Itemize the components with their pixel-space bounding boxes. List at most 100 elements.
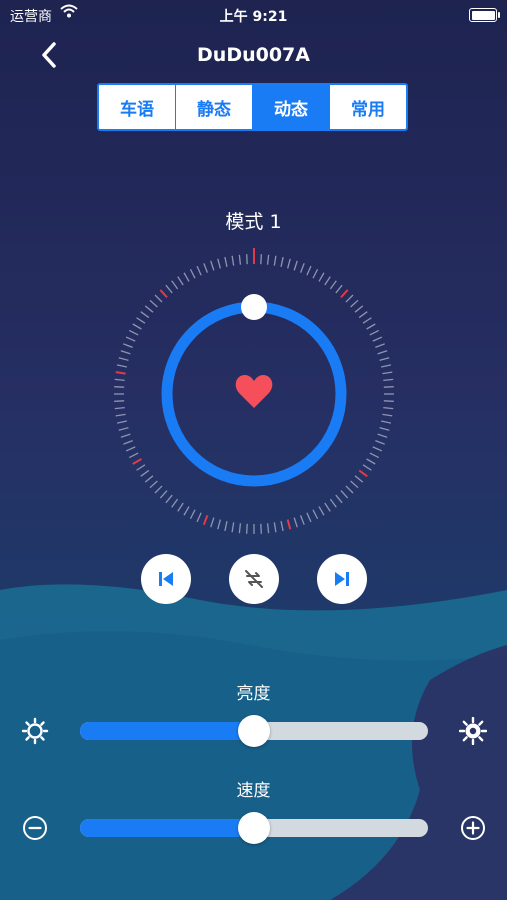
dial-tick: [340, 490, 349, 499]
dial-tick: [165, 284, 173, 294]
dial-tick: [375, 439, 385, 445]
dial-tick: [345, 485, 354, 494]
dial-tick: [286, 519, 292, 530]
dial-tick: [318, 506, 325, 516]
brightness-thumb[interactable]: [238, 715, 270, 747]
dial-tick: [224, 521, 228, 532]
dial-tick: [120, 433, 131, 438]
dial-tick: [382, 371, 393, 375]
brightness-low-icon[interactable]: [21, 717, 49, 745]
next-button[interactable]: [317, 554, 367, 604]
minus-circle-icon[interactable]: [21, 814, 49, 842]
dial-tick: [340, 289, 349, 299]
dial-tick: [372, 446, 383, 452]
tab-dynamic[interactable]: 动态: [253, 85, 330, 129]
dial-tick: [350, 299, 359, 308]
dial-tick: [115, 371, 126, 375]
skip-next-icon: [335, 572, 349, 586]
dial-tick: [114, 400, 125, 402]
dial-tick: [159, 289, 168, 299]
dial-tick: [362, 317, 372, 324]
dial-tick: [196, 265, 202, 276]
dial-tick: [383, 378, 394, 382]
dial-tick: [140, 469, 150, 477]
prev-button[interactable]: [141, 554, 191, 604]
dial-tick: [136, 464, 146, 471]
dial-tick: [273, 522, 277, 533]
dial-tick: [312, 268, 319, 279]
dial-tick: [273, 255, 277, 266]
dial-tick: [312, 509, 319, 520]
dial-tick: [132, 458, 142, 465]
heart-icon: [235, 375, 273, 408]
dial-tick: [324, 276, 331, 286]
dial-tick: [140, 311, 150, 319]
battery-icon: [469, 8, 500, 22]
dial-tick: [217, 258, 221, 269]
dial-tick: [299, 515, 305, 525]
mode-dial[interactable]: [104, 244, 404, 544]
loop-toggle-button[interactable]: [229, 554, 279, 604]
brightness-high-icon[interactable]: [459, 717, 487, 745]
dial-tick: [266, 254, 270, 265]
speed-label: 速度: [236, 781, 271, 801]
dial-tick: [318, 272, 325, 282]
dial-tick: [149, 299, 158, 308]
dial-tick: [369, 329, 380, 336]
dial-tick: [280, 256, 284, 267]
dial-tick: [154, 485, 163, 494]
dial-tick: [299, 263, 305, 273]
dial-tick: [123, 439, 133, 445]
dial-tick: [171, 280, 179, 290]
dial-tick: [165, 494, 173, 504]
battery-level: [471, 10, 495, 20]
dial-tick: [335, 284, 343, 294]
dial-tick: [114, 378, 125, 382]
dial-tick: [381, 364, 392, 368]
dial-tick: [287, 258, 291, 269]
dial-tick: [293, 517, 298, 528]
tab-common[interactable]: 常用: [330, 85, 406, 129]
dial-tick: [128, 329, 139, 336]
dial-tick: [118, 357, 129, 361]
dial-tick: [350, 480, 359, 489]
dial-tick: [118, 427, 129, 431]
dial-tick: [383, 406, 394, 410]
dial-tick: [379, 427, 390, 431]
page-title: DuDu007A: [197, 44, 310, 66]
dial-tick: [116, 420, 127, 424]
dial-tick: [177, 502, 184, 512]
dial-tick: [115, 413, 126, 417]
dial-tick: [202, 515, 209, 526]
dial-tick: [144, 475, 154, 483]
dial-tick: [324, 502, 331, 512]
dial-tick: [183, 506, 190, 516]
dial-tick: [136, 317, 146, 324]
brightness-label: 亮度: [236, 684, 271, 704]
ring-knob[interactable]: [241, 294, 267, 320]
plus-circle-icon[interactable]: [459, 814, 487, 842]
tab-car-words[interactable]: 车语: [99, 85, 176, 129]
dial-tick: [358, 311, 368, 319]
dial-tick: [125, 336, 136, 342]
dial-tick: [354, 475, 364, 483]
dial-tick: [238, 254, 242, 265]
dial-tick: [377, 433, 388, 438]
dial-tick: [116, 364, 127, 368]
speed-thumb[interactable]: [238, 812, 270, 844]
dial-tick: [231, 522, 235, 533]
dial-tick: [159, 490, 168, 499]
dial-tick: [238, 523, 242, 534]
brightness-slider[interactable]: [80, 715, 428, 747]
dial-tick: [196, 512, 202, 523]
dial-tick: [266, 523, 270, 534]
tab-static[interactable]: 静态: [176, 85, 253, 129]
nav-bar: DuDu007A: [0, 36, 507, 76]
dial-tick: [372, 336, 383, 342]
status-time: 上午 9:21: [219, 9, 288, 25]
dial-tick: [246, 523, 248, 534]
status-bar: 运营商 上午 9:21: [0, 0, 507, 28]
dial-tick: [123, 343, 133, 349]
speed-slider[interactable]: [80, 812, 428, 844]
dial-tick: [144, 305, 154, 313]
